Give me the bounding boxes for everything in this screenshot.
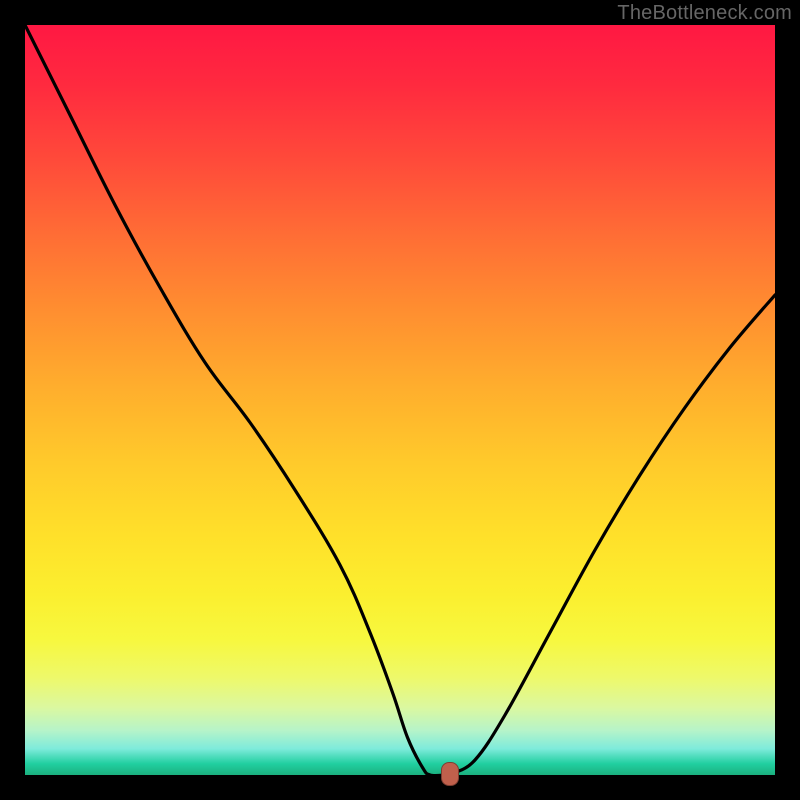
bottleneck-curve <box>25 25 775 775</box>
optimum-marker <box>441 762 459 786</box>
watermark-text: TheBottleneck.com <box>617 2 792 25</box>
plot-area <box>25 25 775 775</box>
chart-frame: TheBottleneck.com <box>0 0 800 800</box>
